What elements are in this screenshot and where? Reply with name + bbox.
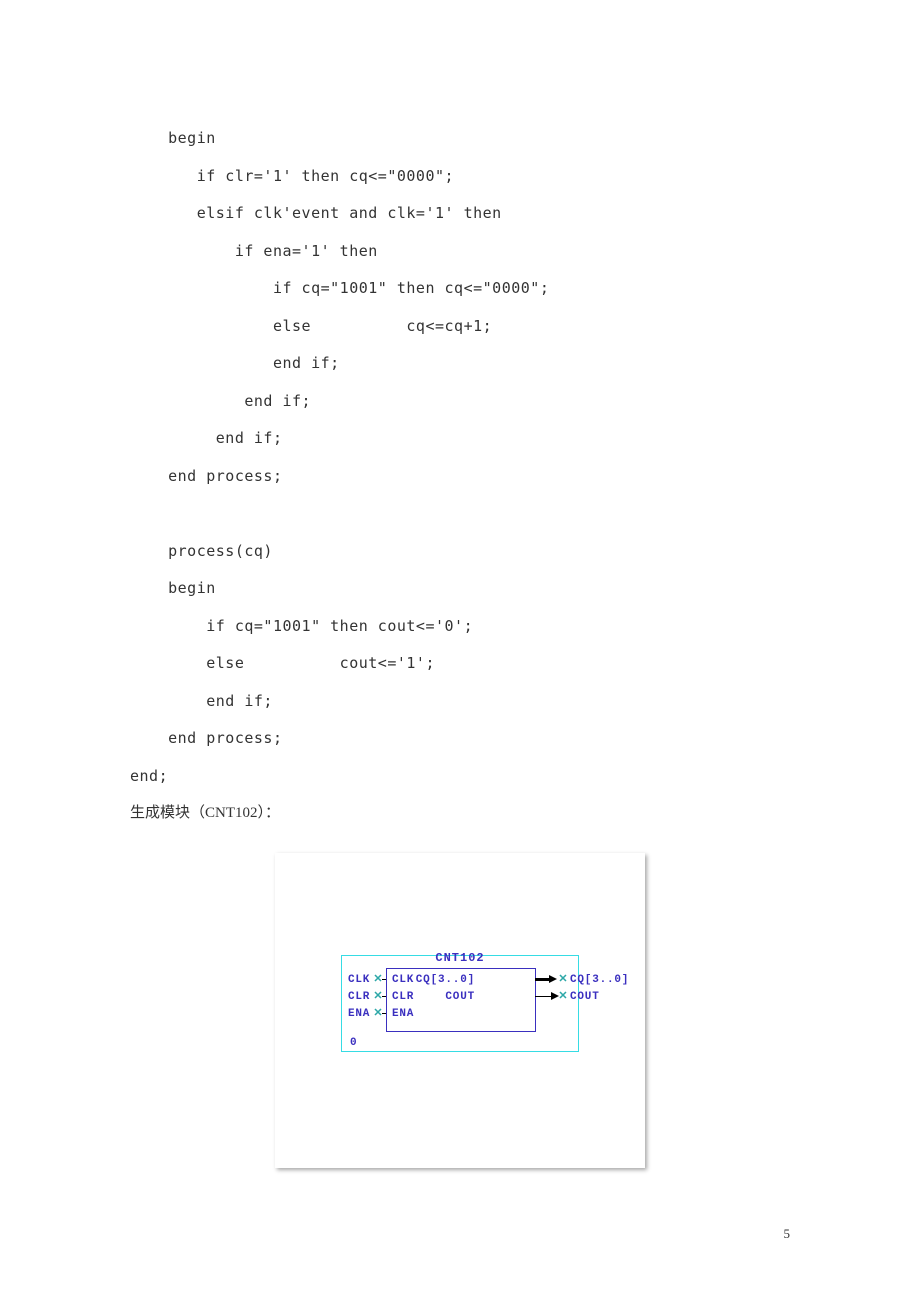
pin-stub [382,979,386,980]
pin-label-output-0-inner: CQ[3..0] [416,974,475,986]
module-outer-box: CNT102 CLK ✕ CLK CLR ✕ CLR ENA ✕ ENA [341,955,579,1052]
pin-label-input-1-outer: CLR [348,991,370,1003]
module-caption: 生成模块（CNT102）： [130,795,790,833]
code-block: begin if clr='1' then cq<="0000"; elsif … [130,120,790,795]
pin-label-input-0-outer: CLK [348,974,370,986]
pin-stub [382,996,386,997]
pin-label-output-1-outer: COUT [570,991,600,1003]
diagram-container: CNT102 CLK ✕ CLK CLR ✕ CLR ENA ✕ ENA [130,853,790,1168]
pin-stub [382,1013,386,1014]
pin-label-input-0-inner: CLK [392,974,414,986]
instance-label: 0 [350,1037,357,1049]
page-number: 5 [784,1226,791,1242]
page: begin if clr='1' then cq<="0000"; elsif … [0,0,920,1302]
pin-label-input-2-inner: ENA [392,1008,414,1020]
diagram-frame: CNT102 CLK ✕ CLK CLR ✕ CLR ENA ✕ ENA [275,853,645,1168]
diagram-canvas: CNT102 CLK ✕ CLK CLR ✕ CLR ENA ✕ ENA [289,865,631,1154]
pin-label-input-2-outer: ENA [348,1008,370,1020]
pin-x-icon: ✕ [558,991,568,1001]
pin-label-input-1-inner: CLR [392,991,414,1003]
pin-label-output-1-inner: COUT [445,991,475,1003]
module-title: CNT102 [386,951,534,965]
arrow-icon [549,975,557,983]
pin-x-icon: ✕ [558,974,568,984]
pin-label-output-0-outer: CQ[3..0] [570,974,642,986]
